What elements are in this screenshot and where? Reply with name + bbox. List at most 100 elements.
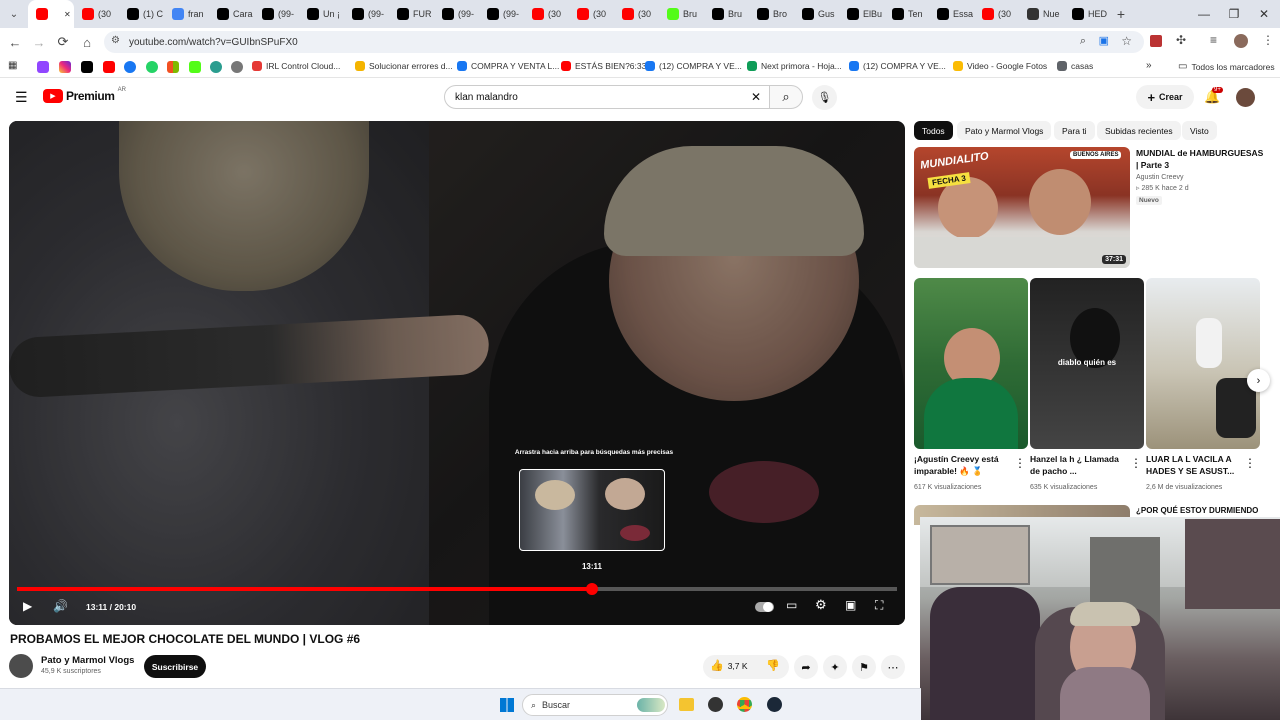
subtitles-icon[interactable]: ▭: [786, 598, 797, 612]
ask-button[interactable]: ✦: [823, 655, 847, 679]
url-bar[interactable]: ⚙ youtube.com/watch?v=GUIbnSPuFX0 ⌕ ▣ ☆: [104, 31, 1144, 53]
all-bookmarks[interactable]: ▭ Todos los marcadores: [1178, 61, 1275, 72]
dislike-button[interactable]: 👎: [766, 659, 780, 672]
bookmark-item[interactable]: Next primora - Hoja...: [747, 61, 842, 71]
reading-list-icon[interactable]: ≡: [1210, 33, 1217, 47]
browser-tab[interactable]: (30: [74, 0, 119, 28]
new-tab-button[interactable]: +: [1109, 2, 1133, 26]
browser-tab[interactable]: Bro: [749, 0, 794, 28]
twitch-icon[interactable]: [37, 61, 49, 73]
browser-tab[interactable]: Ten: [884, 0, 929, 28]
globe-icon[interactable]: [231, 61, 243, 73]
short-title[interactable]: ¡Agustín Creevy está imparable! 🔥 🏅: [914, 453, 1010, 477]
share-button[interactable]: ➦: [794, 655, 818, 679]
next-video-title[interactable]: ¿POR QUÉ ESTOY DURMIENDO: [1136, 505, 1266, 517]
short-menu-icon[interactable]: ⋮: [1014, 456, 1026, 470]
file-explorer-icon[interactable]: [679, 698, 694, 711]
home-icon[interactable]: ⌂: [75, 30, 99, 54]
extensions-puzzle-icon[interactable]: ✣: [1176, 33, 1186, 47]
video-player[interactable]: Arrastra hacia arriba para búsquedas más…: [9, 121, 905, 625]
subscribe-button[interactable]: Suscribirse: [144, 655, 206, 678]
notifications-button[interactable]: 🔔 9+: [1204, 87, 1223, 105]
extension-icon[interactable]: [1150, 35, 1162, 47]
short-thumbnail[interactable]: [914, 278, 1028, 449]
browser-menu-icon[interactable]: ⋮: [1262, 33, 1274, 47]
account-avatar[interactable]: [1236, 88, 1255, 107]
browser-tab[interactable]: Un ¡: [299, 0, 344, 28]
browser-tab[interactable]: (99-: [344, 0, 389, 28]
bookmark-item[interactable]: casas: [1057, 61, 1093, 71]
bookmark-item[interactable]: ESTÁS BIEN?6:33: [561, 61, 646, 71]
like-button[interactable]: 👍 3,7 K: [710, 659, 748, 672]
short-thumbnail[interactable]: diablo quién es: [1030, 278, 1144, 449]
obs-icon[interactable]: [708, 697, 723, 712]
site-info-icon[interactable]: ⚙: [111, 35, 120, 46]
steam-icon[interactable]: [767, 697, 782, 712]
featured-video-channel[interactable]: Agustin Creevy: [1136, 172, 1183, 183]
clear-search-icon[interactable]: ✕: [751, 90, 761, 104]
hamburger-menu-icon[interactable]: ☰: [15, 89, 28, 106]
shorts-next-button[interactable]: ›: [1247, 369, 1270, 392]
browser-tab[interactable]: (30: [614, 0, 659, 28]
play-button[interactable]: ▶: [23, 599, 32, 613]
more-actions-button[interactable]: ⋯: [881, 655, 905, 679]
bookmark-item[interactable]: COMPRA Y VENTA L...: [457, 61, 559, 71]
restore-icon[interactable]: ❐: [1220, 0, 1248, 28]
short-thumbnail[interactable]: [1146, 278, 1260, 449]
bookmark-star-icon[interactable]: ☆: [1121, 34, 1132, 48]
browser-tab[interactable]: FUR: [389, 0, 434, 28]
browser-tab[interactable]: Bru: [659, 0, 704, 28]
volume-button[interactable]: 🔊: [53, 599, 68, 613]
short-menu-icon[interactable]: ⋮: [1130, 456, 1142, 470]
browser-tab[interactable]: ElBu: [839, 0, 884, 28]
browser-tab[interactable]: (99-: [254, 0, 299, 28]
short-menu-icon[interactable]: ⋮: [1244, 456, 1256, 470]
short-title[interactable]: LUAR LA L VACILA A HADES Y SE ASUST...: [1146, 453, 1242, 477]
miniplayer-icon[interactable]: ▣: [845, 598, 856, 612]
profile-avatar[interactable]: [1234, 34, 1248, 48]
bookmark-item[interactable]: (12) COMPRA Y VE...: [849, 61, 946, 71]
browser-tab[interactable]: HED: [1064, 0, 1109, 28]
channel-name[interactable]: Pato y Marmol Vlogs: [41, 655, 134, 666]
browser-tab[interactable]: Cara: [209, 0, 254, 28]
voice-search-button[interactable]: 🎙: [812, 85, 837, 110]
youtube-logo[interactable]: ▶ Premium AR: [43, 87, 126, 103]
create-button[interactable]: + Crear: [1136, 85, 1194, 109]
browser-tab[interactable]: (1) C: [119, 0, 164, 28]
taskbar-search[interactable]: ⌕ Buscar: [522, 694, 668, 716]
bookmark-item[interactable]: Video - Google Fotos: [953, 61, 1047, 71]
browser-tab[interactable]: (99-: [479, 0, 524, 28]
whatsapp-icon[interactable]: [146, 61, 158, 73]
forward-icon[interactable]: →: [27, 30, 51, 54]
featured-video-title[interactable]: MUNDIAL de HAMBURGUESAS | Parte 3: [1136, 147, 1264, 171]
settings-icon[interactable]: ⚙: [815, 597, 827, 613]
tab-close-icon[interactable]: ✕: [64, 10, 71, 19]
close-icon[interactable]: ✕: [1250, 0, 1278, 28]
browser-tab[interactable]: Essa: [929, 0, 974, 28]
search-button[interactable]: ⌕: [769, 85, 803, 109]
search-input[interactable]: klan malandro ✕: [444, 85, 770, 109]
save-button[interactable]: ⚑: [852, 655, 876, 679]
bookmark-item[interactable]: Solucionar errores d...: [355, 61, 453, 71]
browser-tab[interactable]: Nue: [1019, 0, 1064, 28]
windows-start-icon[interactable]: [500, 698, 514, 712]
reload-icon[interactable]: ⟳: [51, 30, 75, 54]
browser-tab[interactable]: Gus: [794, 0, 839, 28]
filter-chip[interactable]: Todos: [914, 121, 953, 140]
filter-chip[interactable]: Subidas recientes: [1097, 121, 1181, 140]
zoom-icon[interactable]: ⌕: [1080, 35, 1086, 48]
autoplay-toggle[interactable]: [755, 602, 774, 612]
cast-icon[interactable]: ▣: [1099, 34, 1109, 47]
app-icon[interactable]: [210, 61, 222, 73]
x-icon[interactable]: [81, 61, 93, 73]
channel-avatar[interactable]: [9, 654, 33, 678]
youtube-icon[interactable]: [103, 61, 115, 73]
filter-chip[interactable]: Pato y Marmol Vlogs: [957, 121, 1052, 140]
filter-chip[interactable]: Visto: [1182, 121, 1217, 140]
tab-search-icon[interactable]: ⌄: [0, 2, 28, 26]
browser-tab[interactable]: fran: [164, 0, 209, 28]
bookmark-item[interactable]: IRL Control Cloud...: [252, 61, 340, 71]
bookmark-item[interactable]: (12) COMPRA Y VE...: [645, 61, 742, 71]
browser-tab[interactable]: (30: [524, 0, 569, 28]
apps-grid-icon[interactable]: ▦: [8, 60, 17, 71]
